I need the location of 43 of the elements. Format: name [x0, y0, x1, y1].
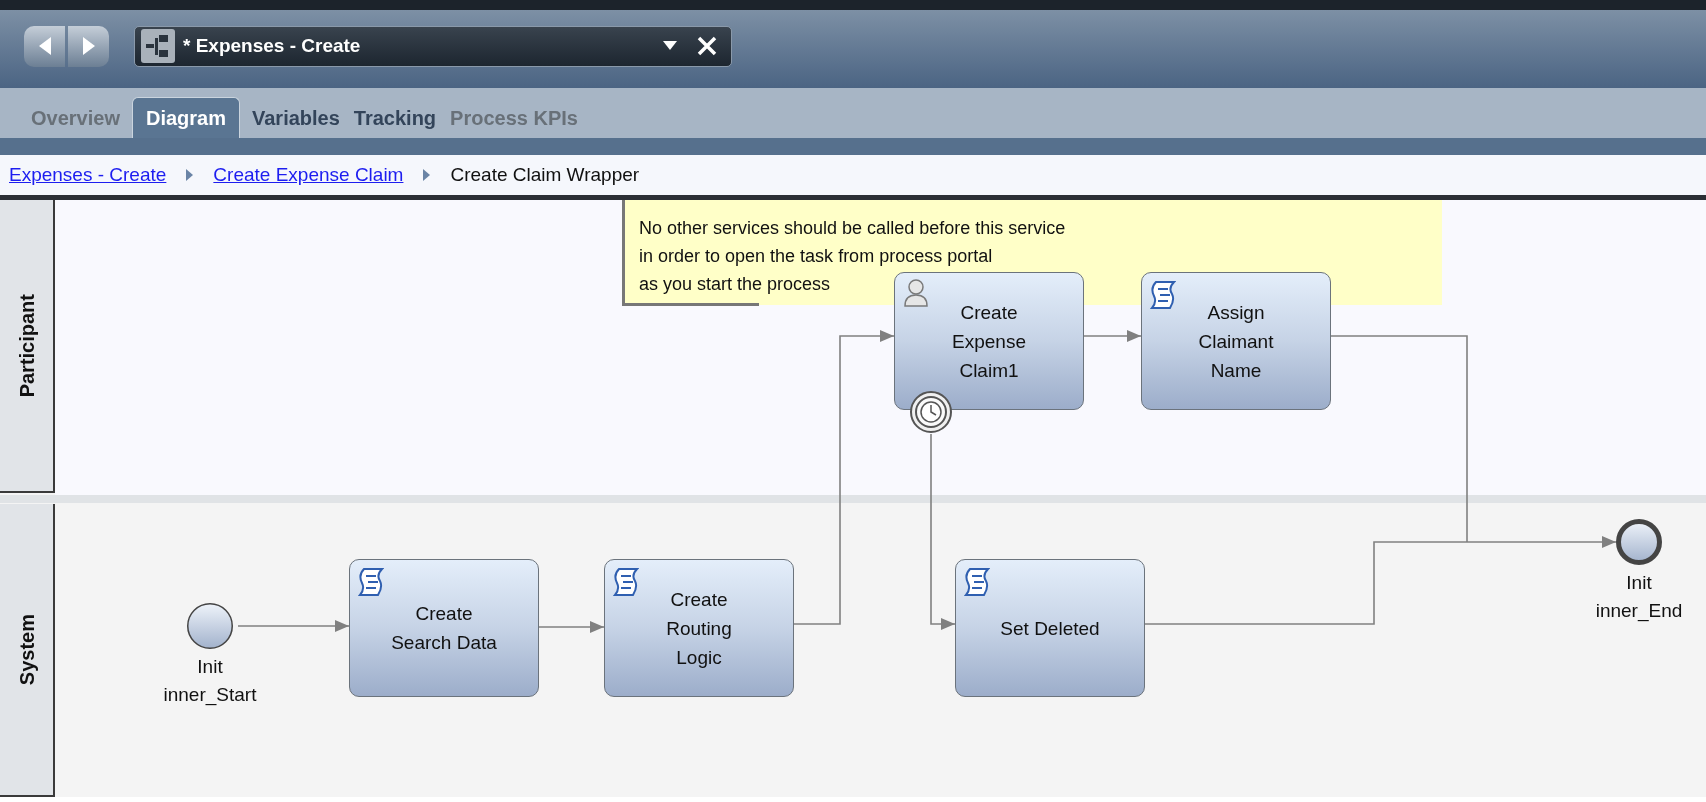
sequence-flow-arrow [536, 621, 605, 633]
tab[interactable]: Variables [250, 97, 342, 138]
sequence-flow-arrow [1083, 330, 1142, 342]
script-icon [1150, 280, 1176, 310]
breadcrumb-separator-icon [186, 169, 194, 181]
task-node[interactable]: Create Expense Claim1 [894, 272, 1084, 410]
lane-title: Participant [14, 293, 39, 398]
script-icon [964, 567, 990, 597]
task-label: Create Expense Claim1 [952, 300, 1026, 383]
back-button[interactable] [24, 25, 65, 67]
lane-title: System [14, 613, 39, 686]
user-icon [904, 279, 928, 307]
task-node[interactable]: Create Search Data [349, 559, 539, 697]
task-node[interactable]: Assign Claimant Name [1141, 272, 1331, 410]
script-icon [613, 567, 639, 597]
breadcrumb-separator-icon [423, 169, 431, 181]
event-label: Init inner_End [1594, 571, 1684, 624]
script-icon [358, 567, 384, 597]
breadcrumb-current: Create Claim Wrapper [450, 162, 640, 187]
task-node[interactable]: Create Routing Logic [604, 559, 794, 697]
task-node[interactable]: Set Deleted [955, 559, 1145, 697]
editor-tab-title: * Expenses - Create [183, 33, 361, 58]
note-text: as you start the process [639, 273, 831, 296]
close-icon[interactable] [697, 36, 717, 56]
right-triangle-icon [80, 36, 97, 56]
tab[interactable]: Tracking [351, 97, 439, 138]
process-diagram-icon [141, 29, 175, 63]
dropdown-caret-icon[interactable] [663, 41, 677, 51]
event-label: Init inner_Start [162, 655, 258, 708]
tab[interactable]: Diagram [131, 97, 240, 138]
note-text: No other services should be called before this service [639, 217, 1066, 240]
breadcrumb-link[interactable]: Expenses - Create [9, 160, 167, 190]
note-text: in order to open the task from process portal [639, 245, 993, 268]
forward-button[interactable] [68, 25, 109, 67]
task-label: Set Deleted [1000, 616, 1100, 641]
breadcrumb-link[interactable]: Create Expense Claim [213, 160, 404, 190]
editor-tab[interactable]: * Expenses - Create [134, 25, 732, 67]
end-event[interactable] [1614, 517, 1664, 567]
start-event[interactable] [185, 601, 235, 651]
task-label: Assign Claimant Name [1198, 300, 1274, 383]
task-label: Create Search Data [391, 602, 497, 655]
timer-event-icon[interactable] [909, 390, 953, 434]
task-label: Create Routing Logic [666, 587, 732, 670]
